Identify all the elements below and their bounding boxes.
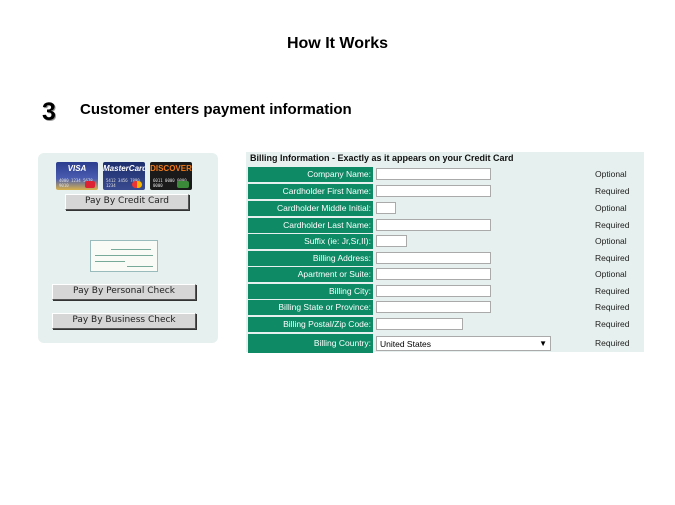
field-first-name: Cardholder First Name: Required [248,184,644,199]
discover-card-icon: DISCOVER 6011 0000 0000 0000 [150,162,192,190]
visa-card-icon: VISA 4000 1234 5678 9010 [56,162,98,190]
field-label: Billing Postal/Zip Code: [248,317,373,332]
field-billing-city: Billing City: Required [248,284,644,299]
field-status: Required [595,253,630,263]
postal-code-input[interactable] [376,318,463,330]
field-label: Company Name: [248,167,373,182]
field-label: Billing City: [248,284,373,299]
field-billing-address: Billing Address: Required [248,251,644,266]
last-name-input[interactable] [376,219,491,231]
field-label: Billing Address: [248,251,373,266]
field-status: Required [595,186,630,196]
field-middle-initial: Cardholder Middle Initial: Optional [248,201,644,216]
company-name-input[interactable] [376,168,491,180]
step-heading: Customer enters payment information [80,101,352,118]
middle-initial-input[interactable] [376,202,396,214]
check-image-icon [90,240,158,272]
field-label: Cardholder Last Name: [248,218,373,233]
apartment-input[interactable] [376,268,491,280]
field-label: Cardholder Middle Initial: [248,201,373,216]
billing-address-input[interactable] [376,252,491,264]
pay-by-personal-check-button[interactable]: Pay By Personal Check [52,284,196,300]
billing-form-title: Billing Information - Exactly as it appe… [250,153,514,163]
field-status: Required [595,286,630,296]
field-label: Apartment or Suite: [248,267,373,282]
field-billing-state: Billing State or Province: Required [248,300,644,315]
page-title: How It Works [286,35,389,52]
field-status: Required [595,319,630,329]
billing-country-select[interactable]: United States ▼ [376,336,551,351]
billing-city-input[interactable] [376,285,491,297]
pay-by-business-check-button[interactable]: Pay By Business Check [52,313,196,329]
pay-by-credit-card-button[interactable]: Pay By Credit Card [65,194,189,210]
field-status: Required [595,302,630,312]
billing-state-input[interactable] [376,301,491,313]
field-status: Optional [595,203,627,213]
field-label: Cardholder First Name: [248,184,373,199]
field-company-name: Company Name: Optional [248,167,644,182]
first-name-input[interactable] [376,185,491,197]
field-status: Optional [595,236,627,246]
field-billing-country: Billing Country: United States ▼ Require… [248,334,644,353]
billing-form: Billing Information - Exactly as it appe… [246,152,644,353]
field-label: Billing Country: [248,334,373,353]
field-label: Suffix (ie: Jr,Sr,II): [248,234,373,249]
selected-country: United States [380,339,432,349]
payment-method-panel: VISA 4000 1234 5678 9010 MasterCard 5412… [38,153,218,343]
field-last-name: Cardholder Last Name: Required [248,218,644,233]
chevron-down-icon: ▼ [539,339,547,348]
suffix-input[interactable] [376,235,407,247]
mastercard-card-icon: MasterCard 5412 3456 7890 1234 [103,162,145,190]
field-status: Required [595,220,630,230]
step-number: 3 [42,98,56,126]
field-status: Optional [595,269,627,279]
field-label: Billing State or Province: [248,300,373,315]
field-status: Required [595,338,630,348]
field-suffix: Suffix (ie: Jr,Sr,II): Optional [248,234,644,249]
field-postal-code: Billing Postal/Zip Code: Required [248,317,644,332]
field-apartment: Apartment or Suite: Optional [248,267,644,282]
field-status: Optional [595,169,627,179]
credit-card-logos: VISA 4000 1234 5678 9010 MasterCard 5412… [56,162,196,192]
